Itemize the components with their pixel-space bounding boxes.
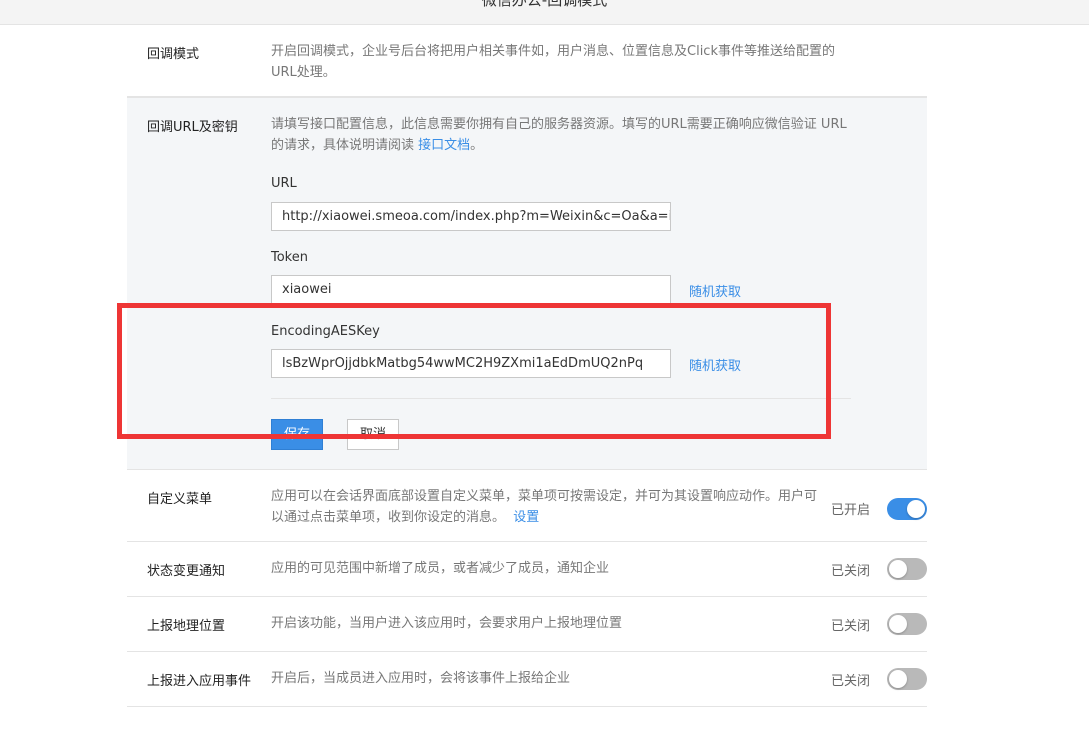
report-location-description: 开启该功能，当用户进入该应用时，会要求用户上报地理位置 xyxy=(271,616,623,631)
status-change-row: 状态变更通知 应用的可见范围中新增了成员，或者减少了成员，通知企业 已关闭 xyxy=(127,542,927,597)
status-change-label: 状态变更通知 xyxy=(147,564,226,579)
custom-menu-toggle[interactable] xyxy=(887,498,927,520)
callback-url-section: 回调URL及密钥 请填写接口配置信息，此信息需要你拥有自己的服务器资源。填写的U… xyxy=(127,97,927,470)
report-enter-description: 开启后，当成员进入应用时，会将该事件上报给企业 xyxy=(271,671,571,686)
custom-menu-row: 自定义菜单 应用可以在会话界面底部设置自定义菜单，菜单项可按需设定，并可为其设置… xyxy=(127,470,927,542)
aes-key-random-link[interactable]: 随机获取 xyxy=(689,355,741,374)
aes-key-input[interactable]: lsBzWprOjjdbkMatbg54wwMC2H9ZXmi1aEdDmUQ2… xyxy=(271,349,671,378)
callback-url-description: 请填写接口配置信息，此信息需要你拥有自己的服务器资源。填写的URL需要正确响应微… xyxy=(271,114,851,156)
toggle-knob xyxy=(889,670,907,688)
status-change-status: 已关闭 xyxy=(831,564,871,579)
callback-mode-row: 回调模式 开启回调模式，企业号后台将把用户相关事件如，用户消息、位置信息及Cli… xyxy=(127,25,927,97)
callback-mode-description: 开启回调模式，企业号后台将把用户相关事件如，用户消息、位置信息及Click事件等… xyxy=(271,44,835,80)
callback-url-label: 回调URL及密钥 xyxy=(147,120,238,135)
custom-menu-settings-link[interactable]: 设置 xyxy=(513,510,539,525)
report-location-status: 已关闭 xyxy=(831,619,871,634)
token-field-label: Token xyxy=(271,250,308,265)
toggle-knob xyxy=(907,500,925,518)
report-enter-label: 上报进入应用事件 xyxy=(147,674,252,689)
report-enter-toggle[interactable] xyxy=(887,668,927,690)
custom-menu-description-text: 应用可以在会话界面底部设置自定义菜单，菜单项可按需设定，并可为其设置响应动作。用… xyxy=(271,489,818,525)
custom-menu-description: 应用可以在会话界面底部设置自定义菜单，菜单项可按需设定，并可为其设置响应动作。用… xyxy=(271,486,821,528)
aes-key-field-label: EncodingAESKey xyxy=(271,324,380,339)
report-enter-status: 已关闭 xyxy=(831,674,871,689)
callback-mode-label: 回调模式 xyxy=(147,47,200,62)
save-button[interactable]: 保存 xyxy=(271,419,323,450)
report-enter-row: 上报进入应用事件 开启后，当成员进入应用时，会将该事件上报给企业 已关闭 xyxy=(127,652,927,707)
form-divider xyxy=(271,398,851,399)
toggle-knob xyxy=(889,615,907,633)
token-input[interactable]: xiaowei xyxy=(271,275,671,304)
callback-url-description-text: 请填写接口配置信息，此信息需要你拥有自己的服务器资源。填写的URL需要正确响应微… xyxy=(271,117,847,153)
callback-url-description-end: 。 xyxy=(470,138,484,153)
report-location-toggle[interactable] xyxy=(887,613,927,635)
url-field-label: URL xyxy=(271,176,297,191)
status-change-toggle[interactable] xyxy=(887,558,927,580)
cancel-button[interactable]: 取消 xyxy=(347,419,399,450)
page-header: 微信办公-回调模式 xyxy=(0,0,1089,25)
report-location-label: 上报地理位置 xyxy=(147,619,226,634)
url-input[interactable]: http://xiaowei.smeoa.com/index.php?m=Wei… xyxy=(271,202,671,231)
report-location-row: 上报地理位置 开启该功能，当用户进入该应用时，会要求用户上报地理位置 已关闭 xyxy=(127,597,927,652)
token-random-link[interactable]: 随机获取 xyxy=(689,281,741,300)
page-title: 微信办公-回调模式 xyxy=(481,0,608,9)
toggle-knob xyxy=(889,560,907,578)
status-change-description: 应用的可见范围中新增了成员，或者减少了成员，通知企业 xyxy=(271,561,610,576)
api-doc-link[interactable]: 接口文档 xyxy=(418,138,470,153)
custom-menu-label: 自定义菜单 xyxy=(147,492,213,507)
custom-menu-status: 已开启 xyxy=(831,503,871,518)
